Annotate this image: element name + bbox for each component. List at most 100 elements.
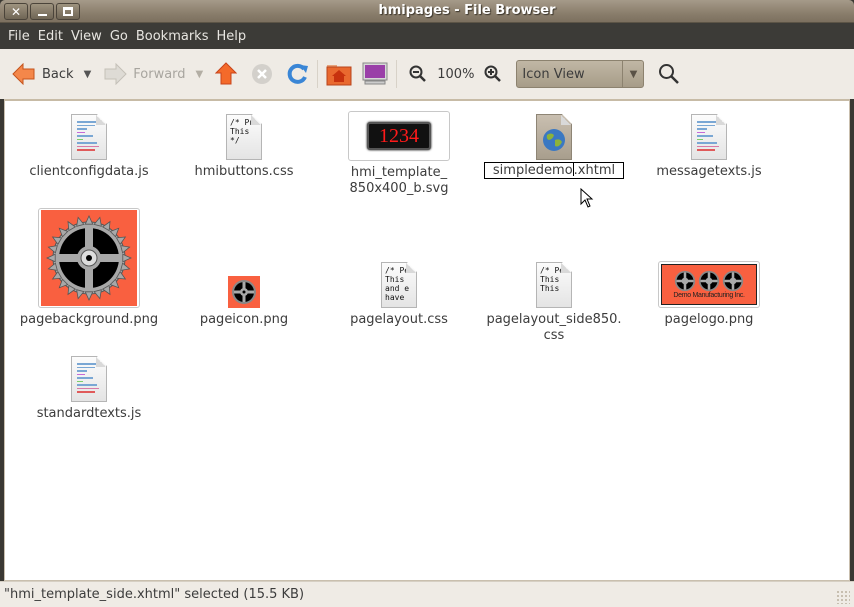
svg-preview-text: 1234 [379, 125, 419, 147]
search-button[interactable] [658, 63, 680, 85]
gear-tooth [47, 245, 58, 254]
file-icon-view[interactable]: clientconfigdata.js /* Pu This */ hmibut… [4, 99, 850, 581]
reload-button[interactable] [287, 63, 309, 85]
menu-view[interactable]: View [67, 29, 106, 44]
forward-label: Forward [133, 66, 186, 82]
zoom-level: 100% [437, 66, 475, 82]
back-label: Back [42, 66, 74, 82]
file-name: pagebackground.png [19, 312, 159, 327]
mouse-cursor-icon [580, 188, 594, 208]
zoom-in-icon [484, 65, 502, 82]
file-item[interactable]: /* Pu This */ hmibuttons.css [169, 113, 319, 180]
gear-icon [674, 270, 696, 292]
home-button[interactable] [326, 62, 352, 86]
gear-tooth [93, 216, 102, 227]
toolbar-separator [317, 60, 319, 88]
file-item[interactable]: standardtexts.js [14, 355, 164, 422]
reload-icon [287, 63, 309, 84]
file-item[interactable]: pagebackground.png [14, 208, 164, 328]
file-preview-text: /* Pe This and e have [385, 266, 410, 302]
file-item[interactable]: pageicon.png [169, 208, 319, 328]
menu-bar: File Edit View Go Bookmarks Help [0, 23, 854, 49]
menu-edit[interactable]: Edit [34, 29, 67, 44]
chevron-down-icon: ▼ [622, 61, 643, 87]
gear-tooth [76, 289, 85, 300]
file-item[interactable]: Demo Manufacturing Inc. pagelogo.png [634, 261, 784, 328]
rename-field[interactable]: simpledemo.xhtml [479, 162, 629, 179]
menu-go[interactable]: Go [106, 29, 132, 44]
file-name: hmibuttons.css [194, 164, 294, 179]
gear-tooth [122, 253, 132, 263]
file-item[interactable]: 1234 hmi_template_ 850x400_b.svg [324, 111, 474, 197]
status-text: "hmi_template_side.xhtml" selected (15.5… [4, 587, 305, 602]
file-name: pagelayout.css [350, 312, 448, 327]
file-name: pagelogo.png [664, 312, 754, 327]
zoom-out-icon [409, 65, 427, 82]
css-file-icon: /* Pe This and e have [381, 262, 417, 308]
toolbar-separator [396, 60, 398, 88]
file-name: messagetexts.js [656, 164, 762, 179]
image-thumbnail: Demo Manufacturing Inc. [658, 261, 760, 308]
file-item[interactable]: simpledemo.xhtml [479, 113, 629, 179]
view-mode-value: Icon View [522, 66, 585, 82]
file-name: clientconfigdata.js [29, 164, 149, 179]
computer-button[interactable] [362, 62, 388, 86]
javascript-file-icon [71, 356, 107, 402]
gear-icon [722, 270, 744, 292]
javascript-file-icon [691, 114, 727, 160]
search-icon [659, 64, 680, 84]
gear-tooth [47, 262, 58, 271]
file-name: pageicon.png [199, 312, 289, 327]
zoom-out-button[interactable] [409, 65, 427, 83]
status-bar: "hmi_template_side.xhtml" selected (15.5… [0, 581, 854, 607]
window-title: hmipages - File Browser [378, 3, 556, 18]
stop-icon [252, 64, 273, 84]
file-item[interactable]: /* Pe This This pagelayout_side850. css [479, 261, 629, 344]
menu-help[interactable]: Help [212, 29, 250, 44]
up-button[interactable] [215, 62, 238, 86]
gear-tooth [120, 262, 131, 271]
title-bar: ✕ hmipages - File Browser [0, 0, 854, 23]
menu-file[interactable]: File [4, 29, 34, 44]
view-mode-select[interactable]: Icon View ▼ [516, 60, 645, 88]
resize-grip[interactable] [836, 590, 850, 604]
gear-tooth [120, 245, 131, 254]
gear-tooth [84, 291, 94, 301]
gear-icon [698, 270, 720, 292]
file-item[interactable]: /* Pe This and e have pagelayout.css [324, 261, 474, 328]
logo-text: Demo Manufacturing Inc. [673, 292, 745, 299]
arrow-right-icon [103, 63, 127, 85]
forward-button[interactable]: Forward [103, 63, 186, 85]
css-file-icon: /* Pe This This [536, 262, 572, 308]
file-name: pagelayout_side850. css [486, 312, 622, 343]
menu-bookmarks[interactable]: Bookmarks [132, 29, 213, 44]
gear-icon [46, 215, 132, 301]
gear-tooth [46, 253, 56, 263]
arrow-left-icon [12, 63, 36, 85]
forward-history-dropdown[interactable]: ▼ [196, 69, 204, 80]
gear-tooth [76, 216, 85, 227]
stop-button[interactable] [251, 63, 273, 85]
file-name: hmi_template_ 850x400_b.svg [349, 165, 449, 196]
file-preview-text: /* Pe This This [540, 266, 565, 293]
home-folder-icon [326, 65, 352, 86]
javascript-file-icon [71, 114, 107, 160]
computer-icon [362, 62, 388, 85]
svg-thumbnail: 1234 [348, 111, 450, 161]
file-item[interactable]: clientconfigdata.js [14, 113, 164, 180]
toolbar: Back ▼ Forward ▼ 100% Icon View ▼ [0, 49, 854, 99]
gear-tooth [93, 289, 102, 300]
back-button[interactable]: Back [12, 63, 74, 85]
css-file-icon: /* Pu This */ [226, 114, 262, 160]
file-item[interactable]: messagetexts.js [634, 113, 784, 180]
arrow-up-icon [215, 62, 238, 85]
zoom-in-button[interactable] [484, 65, 502, 83]
gear-icon [232, 280, 256, 304]
file-preview-text: /* Pu This */ [230, 118, 255, 145]
globe-icon [543, 129, 565, 151]
image-thumbnail [38, 208, 140, 308]
back-history-dropdown[interactable]: ▼ [84, 69, 92, 80]
gear-tooth [84, 215, 94, 225]
xhtml-file-icon [536, 114, 572, 160]
file-name: standardtexts.js [36, 406, 142, 421]
